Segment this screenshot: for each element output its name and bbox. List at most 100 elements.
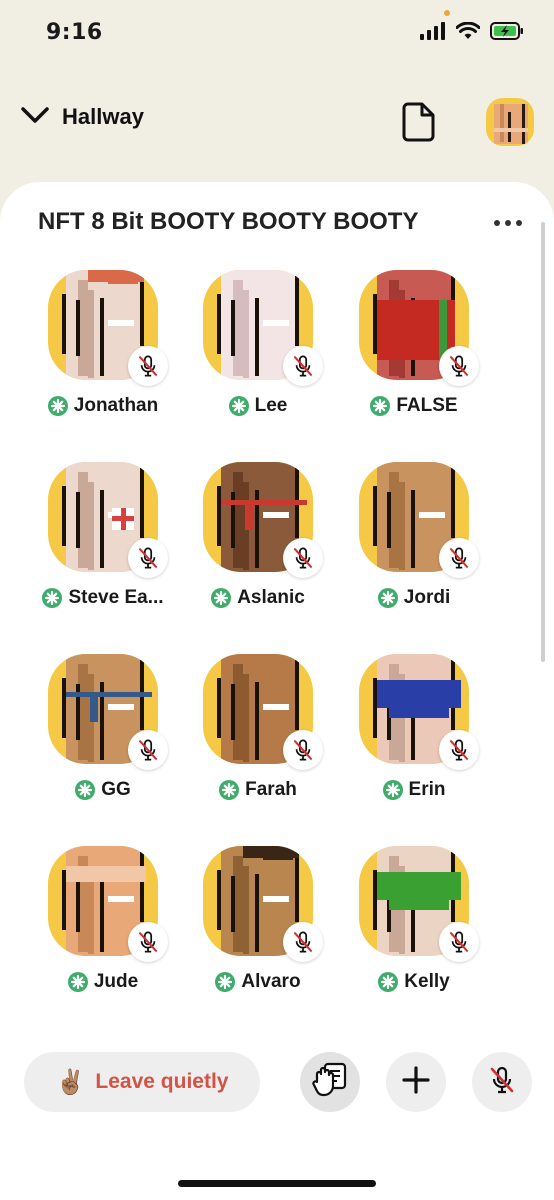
moderator-star-icon: [67, 972, 88, 992]
speaker-name-row: Steve Ea...: [28, 587, 178, 609]
status-icons: [420, 21, 524, 44]
muted-mic-badge: [283, 346, 323, 386]
speaker-name-row: Farah: [183, 779, 333, 801]
speaker-tile[interactable]: Erin: [339, 654, 489, 824]
speaker-tile[interactable]: Steve Ea...: [28, 462, 178, 632]
hallway-label: Hallway: [62, 104, 144, 129]
mic-off-icon: [449, 355, 469, 377]
chevron-down-icon: [20, 105, 50, 129]
speaker-name-row: Aslanic: [183, 587, 333, 609]
muted-mic-badge: [283, 730, 323, 770]
raise-hand-icon: [311, 1061, 349, 1103]
raise-hand-button[interactable]: [300, 1052, 360, 1112]
speaker-name: Lee: [254, 395, 288, 416]
speaker-tile[interactable]: FALSE: [339, 270, 489, 440]
moderator-star-icon: [378, 972, 399, 992]
scrollbar[interactable]: [541, 222, 545, 662]
moderator-star-icon: [211, 588, 232, 608]
moderator-star-icon: [215, 972, 236, 992]
speaker-tile[interactable]: Jonathan: [28, 270, 178, 440]
speaker-name-row: Jude: [28, 971, 178, 993]
speaker-name-row: Erin: [339, 779, 489, 801]
mic-off-icon: [293, 931, 313, 953]
muted-mic-badge: [439, 346, 479, 386]
mic-off-icon: [138, 355, 158, 377]
speaker-name-row: Jordi: [339, 587, 489, 609]
leave-quietly-button[interactable]: ✌🏽 Leave quietly: [24, 1052, 260, 1112]
speaker-tile[interactable]: Alvaro: [183, 846, 333, 1016]
moderator-star-icon: [219, 780, 240, 800]
hallway-button[interactable]: Hallway: [20, 104, 144, 130]
mic-off-icon: [138, 931, 158, 953]
bottom-action-bar: ✌🏽 Leave quietly: [0, 1050, 554, 1114]
home-indicator[interactable]: [178, 1180, 376, 1187]
mic-off-icon: [487, 1065, 517, 1099]
speaker-name-row: FALSE: [339, 395, 489, 417]
document-icon: [402, 102, 436, 146]
mic-off-icon: [138, 547, 158, 569]
speaker-name-row: Kelly: [339, 971, 489, 993]
speaker-name: Aslanic: [237, 587, 305, 608]
leave-quietly-label: Leave quietly: [95, 1070, 229, 1093]
speaker-tile[interactable]: Jordi: [339, 462, 489, 632]
muted-mic-badge: [439, 538, 479, 578]
moderator-star-icon: [42, 588, 63, 608]
speaker-tile[interactable]: Lee: [183, 270, 333, 440]
room-header: Hallway: [0, 92, 554, 152]
mic-off-icon: [293, 547, 313, 569]
speaker-name: GG: [101, 779, 131, 800]
moderator-star-icon: [228, 396, 249, 416]
speaker-name: FALSE: [396, 395, 458, 416]
speaker-name: Kelly: [404, 971, 450, 992]
muted-mic-badge: [439, 922, 479, 962]
document-button[interactable]: [402, 102, 436, 146]
speaker-tile[interactable]: GG: [28, 654, 178, 824]
muted-mic-badge: [128, 922, 168, 962]
plus-icon: [401, 1065, 431, 1099]
muted-mic-badge: [439, 730, 479, 770]
mic-off-icon: [449, 931, 469, 953]
mic-off-icon: [138, 739, 158, 761]
speaker-name-row: Jonathan: [28, 395, 178, 417]
wifi-icon: [455, 21, 481, 44]
speaker-name: Jonathan: [73, 395, 159, 416]
mic-off-icon: [293, 739, 313, 761]
more-options-button[interactable]: [494, 220, 522, 226]
speaker-name-row: Alvaro: [183, 971, 333, 993]
speaker-tile[interactable]: Farah: [183, 654, 333, 824]
speaker-tile[interactable]: Kelly: [339, 846, 489, 1016]
mic-off-icon: [449, 547, 469, 569]
battery-charging-icon: [490, 22, 524, 44]
muted-mic-badge: [283, 538, 323, 578]
peace-hand-icon: ✌🏽: [55, 1068, 86, 1096]
mic-off-icon: [449, 739, 469, 761]
status-time: 9:16: [46, 20, 103, 45]
moderator-star-icon: [377, 588, 398, 608]
moderator-star-icon: [370, 396, 391, 416]
room-title: NFT 8 Bit BOOTY BOOTY BOOTY: [38, 208, 419, 235]
speaker-name: Jude: [93, 971, 139, 992]
moderator-star-icon: [47, 396, 68, 416]
muted-mic-badge: [128, 538, 168, 578]
speaker-name: Erin: [408, 779, 446, 800]
speaker-name-row: GG: [28, 779, 178, 801]
profile-avatar[interactable]: [486, 98, 534, 146]
cellular-signal-icon: [420, 22, 446, 44]
speaker-tile[interactable]: Aslanic: [183, 462, 333, 632]
mic-off-icon: [293, 355, 313, 377]
more-dot: [505, 220, 511, 226]
moderator-star-icon: [382, 780, 403, 800]
speaker-tile[interactable]: Jude: [28, 846, 178, 1016]
muted-mic-badge: [283, 922, 323, 962]
status-bar: 9:16: [0, 0, 554, 70]
more-dot: [516, 220, 522, 226]
mic-toggle-button[interactable]: [472, 1052, 532, 1112]
more-dot: [494, 220, 500, 226]
speaker-name: Jordi: [403, 587, 451, 608]
moderator-star-icon: [75, 780, 96, 800]
add-button[interactable]: [386, 1052, 446, 1112]
speaker-name-row: Lee: [183, 395, 333, 417]
room-panel: NFT 8 Bit BOOTY BOOTY BOOTY Jonathan Lee F…: [0, 182, 554, 1200]
speaker-name: Alvaro: [241, 971, 301, 992]
profile-avatar-art: [486, 98, 534, 146]
